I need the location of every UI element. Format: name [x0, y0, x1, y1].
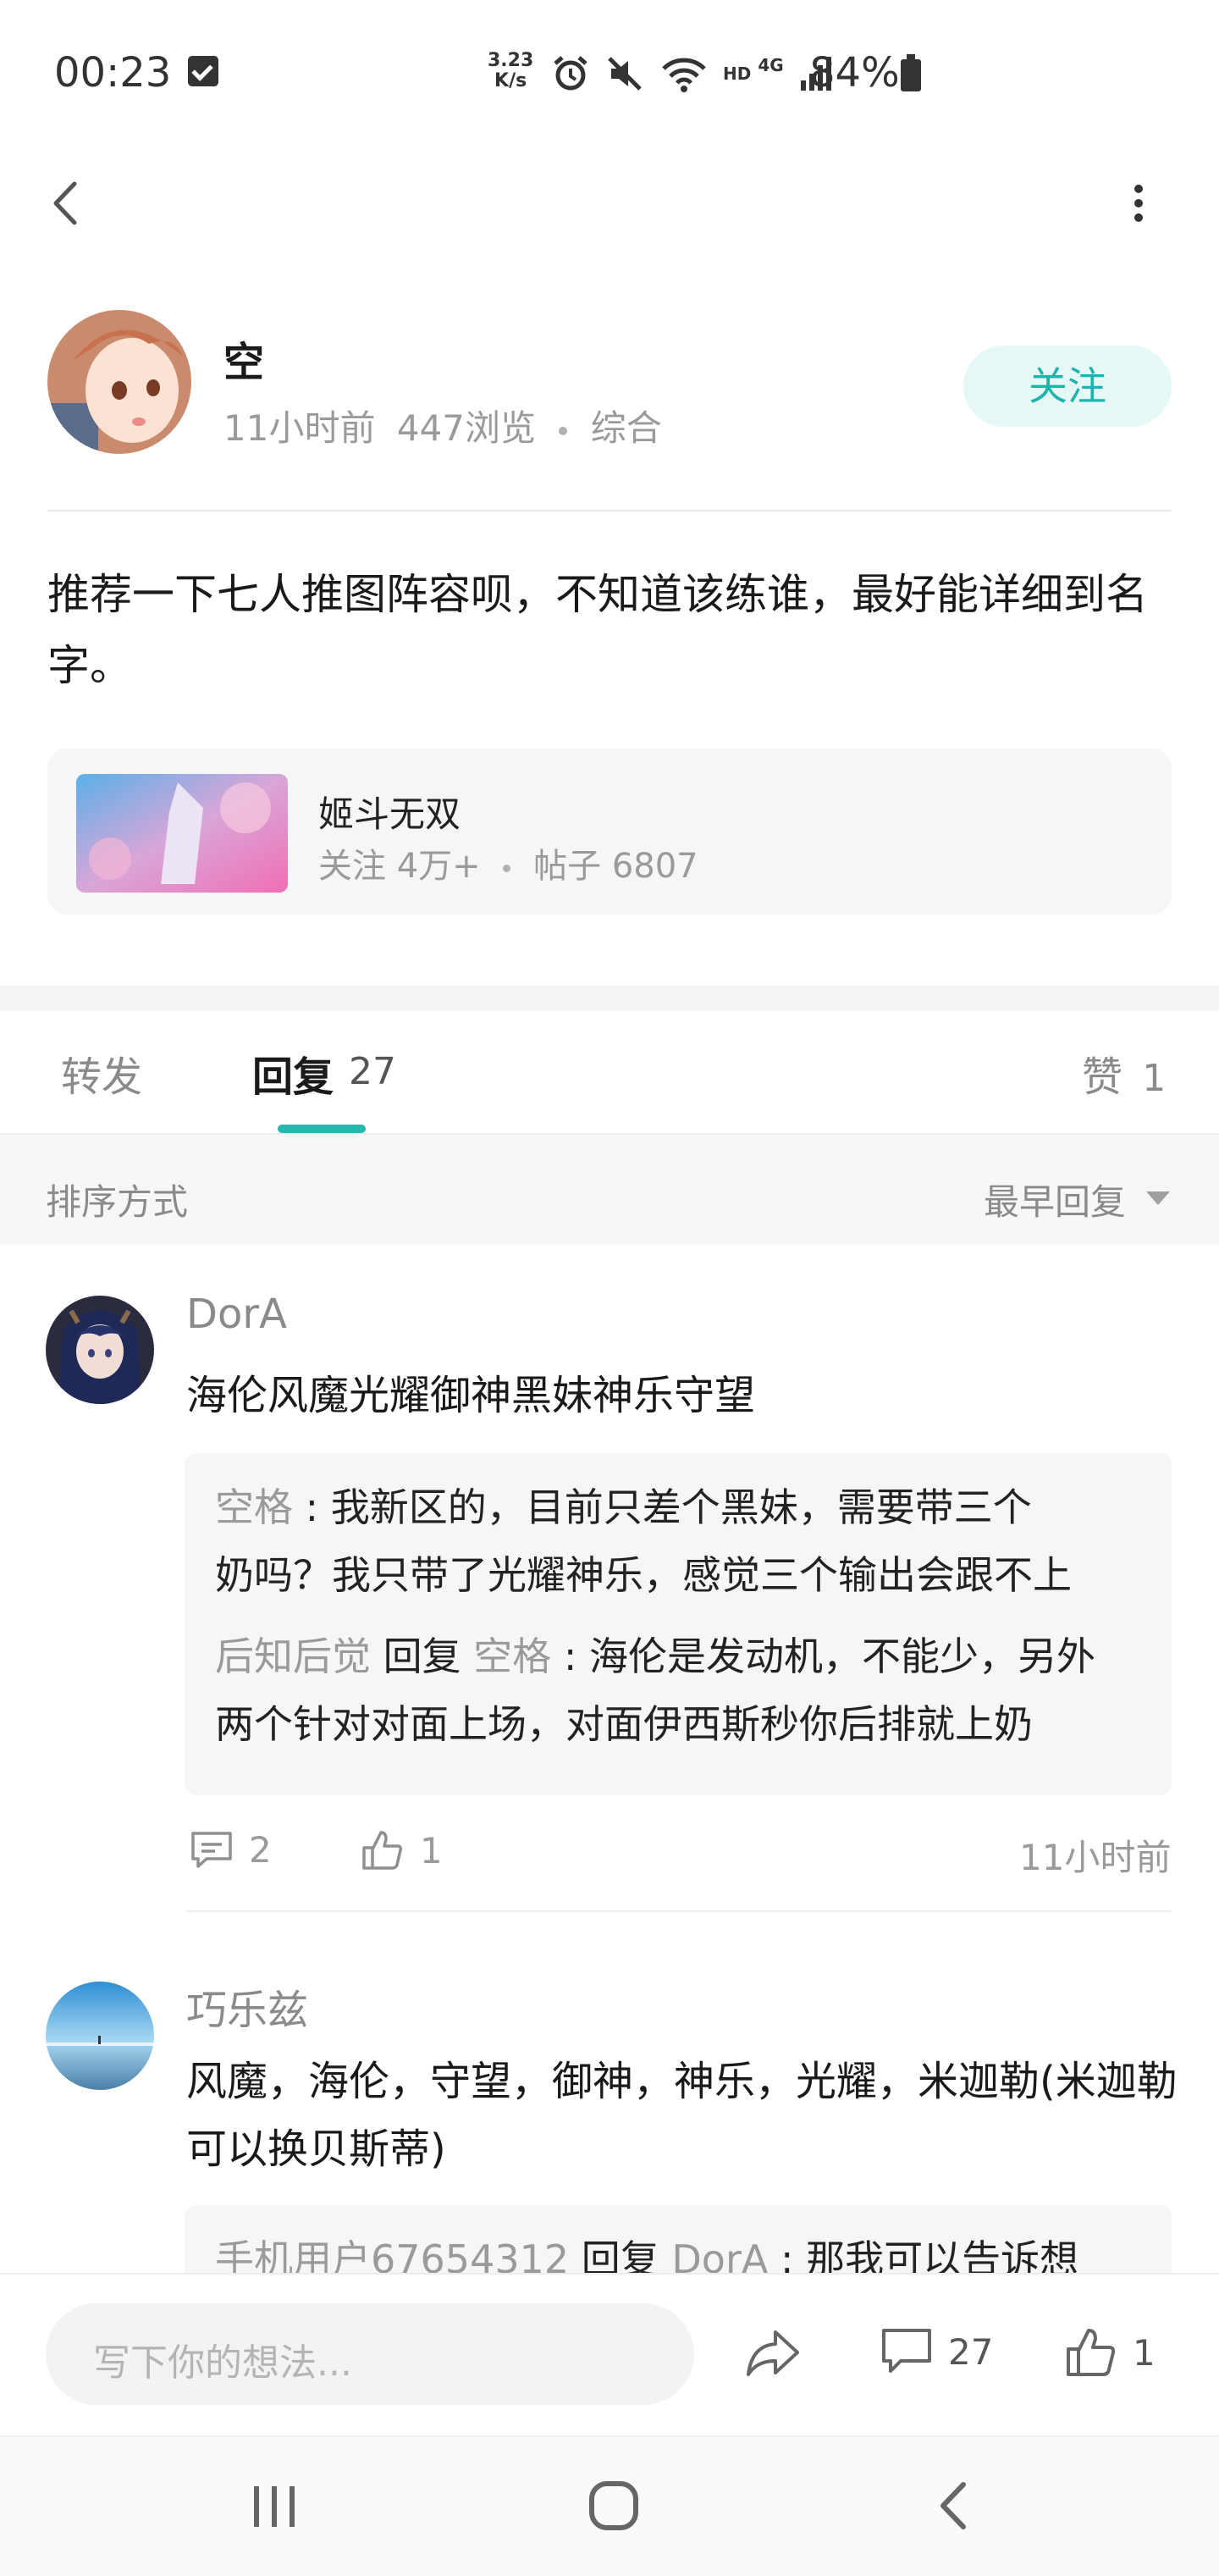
comment-reply-button[interactable]: 2 — [190, 1829, 272, 1871]
meta-separator-icon — [559, 426, 568, 435]
reply-to-user[interactable]: 空格 — [473, 1633, 551, 1679]
comment-icon — [882, 2329, 931, 2373]
reply-user[interactable]: 后知后觉 — [215, 1633, 371, 1679]
comment-like-button[interactable]: 1 — [361, 1829, 443, 1871]
recent-apps-icon — [254, 2486, 295, 2527]
share-button[interactable] — [745, 2327, 801, 2378]
reply-word: 回复 — [383, 1633, 461, 1679]
comments-button[interactable]: 27 — [880, 2327, 993, 2376]
comment-avatar[interactable] — [46, 1296, 154, 1404]
tab-forward[interactable]: 转发 — [61, 1043, 142, 1103]
thumbs-up-icon — [1067, 2329, 1116, 2376]
thumbs-up-icon — [362, 1831, 402, 1870]
network-speed-unit: K/s — [494, 70, 527, 91]
post-time: 11小时前 — [223, 407, 376, 449]
sort-label: 排序方式 — [46, 1181, 189, 1223]
chevron-left-icon — [53, 181, 77, 225]
back-icon — [940, 2482, 966, 2529]
tab-reply[interactable]: 回复 — [252, 1043, 334, 1103]
system-nav-bar — [0, 2435, 1219, 2576]
network-speed-value: 3.23 — [488, 50, 534, 71]
reply-preview[interactable]: 空格 : 我新区的，目前只差个黑妹，需要带三个 奶吗？我只带了光耀神乐，感觉三个… — [185, 1453, 1172, 1795]
reply-line: 后知后觉 回复 空格 : 海伦是发动机，不能少，另外 — [215, 1622, 1146, 1690]
checkbox-notification-icon — [188, 56, 218, 86]
nav-back-button[interactable] — [935, 2479, 972, 2535]
author-avatar[interactable] — [47, 310, 191, 454]
comment-avatar[interactable] — [46, 1982, 154, 2090]
follow-button[interactable]: 关注 — [963, 345, 1172, 427]
forum-separator-icon — [503, 864, 511, 872]
bottom-comment-count: 27 — [948, 2330, 994, 2373]
post-views: 447浏览 — [396, 407, 536, 449]
home-icon — [589, 2481, 638, 2530]
reply-colon: : — [293, 1484, 331, 1530]
tab-like[interactable]: 赞 1 — [1082, 1043, 1166, 1103]
reply-colon: : — [551, 1633, 589, 1679]
reply-line-continued: 两个针对对面上场，对面伊西斯秒你后排就上奶 — [215, 1690, 1146, 1758]
back-button[interactable] — [42, 174, 93, 233]
tab-like-label: 赞 — [1082, 1053, 1123, 1101]
hd-label: HD — [723, 64, 752, 84]
reply-text-continued: 奶吗？我只带了光耀神乐，感觉三个输出会跟不上 — [215, 1552, 1072, 1598]
comment-like-count: 1 — [420, 1829, 443, 1871]
like-button[interactable]: 1 — [1065, 2327, 1156, 2378]
divider — [47, 510, 1172, 511]
reply-line: 空格 : 我新区的，目前只差个黑妹，需要带三个 — [215, 1473, 1146, 1541]
share-icon — [747, 2330, 799, 2376]
forum-card[interactable]: 姬斗无双 关注 4万+ 帖子 6807 — [47, 749, 1172, 915]
status-time: 00:23 — [54, 49, 172, 97]
forum-followers: 关注 4万+ — [318, 847, 481, 886]
post-category: 综合 — [590, 407, 662, 449]
comment-input-placeholder: 写下你的想法... — [93, 2341, 352, 2385]
comment-reply-count: 2 — [249, 1829, 272, 1871]
recent-apps-button[interactable] — [251, 2485, 298, 2532]
tab-like-count: 1 — [1142, 1057, 1167, 1100]
comment-time: 11小时前 — [1019, 1837, 1172, 1878]
tab-reply-count: 27 — [349, 1050, 396, 1093]
comment-icon — [191, 1831, 232, 1868]
comment-text: 风魔，海伦，守望，御神，神乐，光耀，米迦勒(米迦勒可以换贝斯蒂) — [186, 2058, 1178, 2173]
sort-dropdown[interactable]: 最早回复 — [984, 1174, 1126, 1225]
forum-name: 姬斗无双 — [318, 793, 461, 835]
post-meta: 11小时前 447浏览 综合 — [223, 400, 662, 451]
reply-text-continued: 两个针对对面上场，对面伊西斯秒你后排就上奶 — [215, 1701, 1033, 1747]
comment-user[interactable]: 巧乐兹 — [186, 1976, 308, 2036]
alarm-icon — [554, 56, 587, 91]
bottom-like-count: 1 — [1133, 2331, 1156, 2374]
section-gap — [0, 986, 1219, 1011]
reply-user[interactable]: 空格 — [215, 1484, 293, 1530]
status-icons: HD 4G — [550, 53, 833, 95]
reply-text: 我新区的，目前只差个黑妹，需要带三个 — [330, 1484, 1032, 1530]
comment-input[interactable]: 写下你的想法... — [46, 2303, 694, 2405]
comment-user[interactable]: DorA — [186, 1291, 287, 1338]
active-tab-indicator — [278, 1125, 366, 1133]
forum-posts: 帖子 6807 — [533, 847, 698, 886]
forum-stats: 关注 4万+ 帖子 6807 — [318, 838, 698, 887]
caret-down-icon — [1146, 1191, 1170, 1205]
reply-line-continued: 奶吗？我只带了光耀神乐，感觉三个输出会跟不上 — [215, 1541, 1146, 1609]
comment-text: 海伦风魔光耀御神黑妹神乐守望 — [186, 1372, 756, 1419]
author-name[interactable]: 空 — [223, 329, 264, 388]
reply-text: 海伦是发动机，不能少，另外 — [589, 1633, 1095, 1679]
battery-icon — [901, 54, 921, 91]
comment-divider — [186, 1910, 1172, 1912]
network-speed: 3.23 K/s — [488, 51, 533, 91]
wifi-icon — [662, 58, 706, 92]
forum-thumbnail — [76, 774, 288, 893]
battery-percent: 84% — [809, 49, 900, 97]
home-button[interactable] — [587, 2479, 640, 2535]
post-body: 推荐一下七人推图阵容呗，不知道该练谁，最好能详细到名字。 — [47, 570, 1148, 690]
more-options-button[interactable] — [1117, 178, 1160, 229]
status-bar: 00:23 3.23 K/s HD 4G 84% — [0, 0, 1219, 144]
mute-icon — [608, 57, 642, 91]
network-4g-label: 4G — [758, 55, 784, 75]
